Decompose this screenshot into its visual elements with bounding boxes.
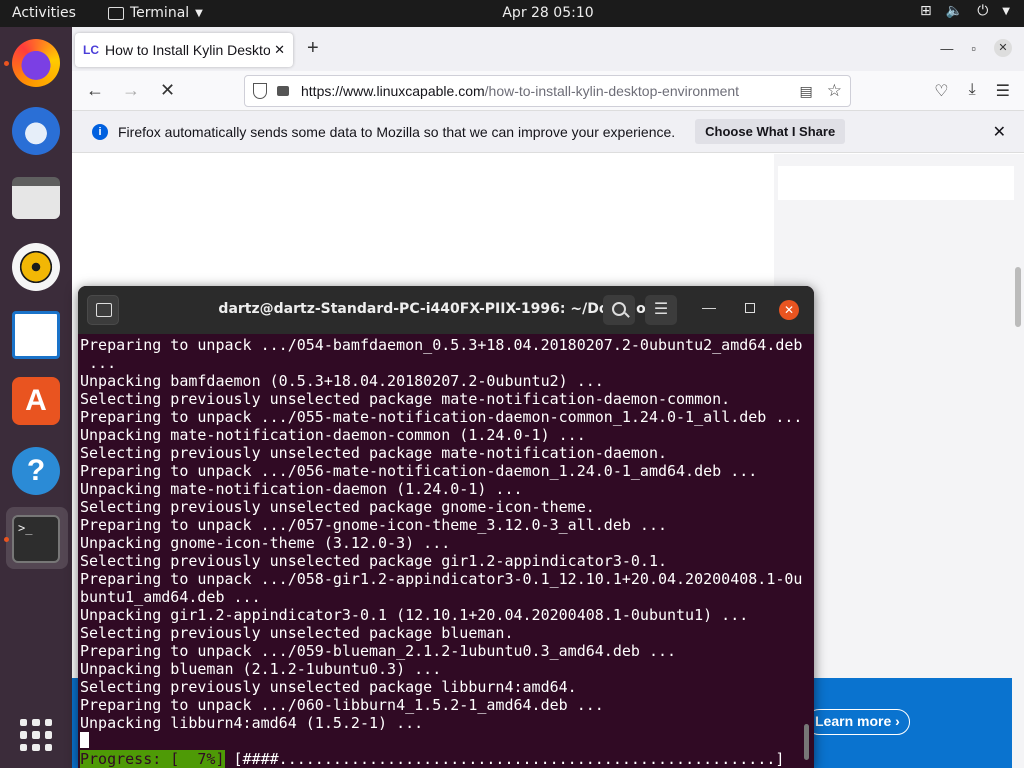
terminal-icon[interactable]: >_ [12,515,60,563]
page-scrollbar[interactable] [1015,267,1021,327]
close-notice-icon[interactable]: ✕ [993,122,1006,142]
terminal-line: Preparing to unpack .../055-mate-notific… [80,408,802,426]
terminal-line: Preparing to unpack .../057-gnome-icon-t… [80,516,667,534]
toolbar-right: ♡ ⤓ ☰ [934,81,1010,101]
running-indicator [4,61,9,66]
reader-view-icon[interactable]: ▤ [800,83,813,100]
tracking-protection-icon[interactable] [253,83,267,99]
volume-icon: 🔈 [945,3,964,19]
close-window-icon[interactable]: ✕ [994,39,1012,57]
terminal-line: Selecting previously unselected package … [80,552,667,570]
top-bar: Activities Terminal ▼ Apr 28 05:10 ⊞ 🔈 ⏻… [0,0,1024,27]
terminal-line: Selecting previously unselected package … [80,444,667,462]
libreoffice-writer-icon[interactable] [12,311,60,359]
terminal-window: dartz@dartz-Standard-PC-i440FX-PIIX-1996… [78,286,814,768]
terminal-line: Preparing to unpack .../054-bamfdaemon_0… [80,336,802,354]
maximize-icon[interactable]: ▫ [971,41,976,56]
window-controls: — ▫ ✕ [940,39,1012,57]
tab-bar: LC How to Install Kylin Desktop Environm… [72,27,1024,71]
url-bar[interactable]: https://www.linuxcapable.com/how-to-inst… [244,75,851,107]
terminal-line: Preparing to unpack .../056-mate-notific… [80,462,758,480]
terminal-line: Selecting previously unselected package … [80,678,577,696]
network-icon: ⊞ [920,3,932,19]
terminal-line: Unpacking gir1.2-appindicator3-0.1 (12.1… [80,606,749,624]
minimize-button[interactable]: — [702,299,716,315]
navigation-toolbar: ← → ✕ https://www.linuxcapable.com/how-t… [72,71,1024,111]
pocket-icon[interactable]: ♡ [934,81,948,101]
downloads-icon[interactable]: ⤓ [969,81,976,101]
thunderbird-icon[interactable] [12,107,60,155]
power-icon: ⏻ [977,3,989,19]
new-tab-button[interactable]: + [307,37,319,60]
stop-loading-button[interactable]: ✕ [160,80,175,101]
terminal-cursor-line [80,732,802,750]
terminal-line: Unpacking blueman (2.1.2-1ubuntu0.3) ... [80,660,442,678]
progress-label: Progress: [ 7%] [80,750,225,768]
show-applications-icon[interactable] [20,719,52,751]
rhythmbox-icon[interactable] [12,243,60,291]
ubuntu-software-icon[interactable]: A [12,377,60,425]
data-notice-bar: i Firefox automatically sends some data … [72,111,1024,153]
choose-what-i-share-button[interactable]: Choose What I Share [695,119,846,144]
close-button[interactable]: ✕ [779,300,799,320]
learn-more-button[interactable]: Learn more › [806,709,910,735]
site-favicon-icon: LC [83,43,99,57]
cursor [80,732,89,748]
sidebar-card [778,166,1014,200]
dock: A ? >_ [0,27,72,768]
terminal-line: Unpacking libburn4:amd64 (1.5.2-1) ... [80,714,424,732]
terminal-line: ... [80,354,117,372]
info-icon: i [92,123,108,140]
progress-line: Progress: [ 7%] [####...................… [80,750,802,768]
maximize-button[interactable] [745,303,755,313]
forward-button[interactable]: → [122,80,140,101]
browser-tab[interactable]: LC How to Install Kylin Desktop Environm… [75,33,293,67]
lock-icon[interactable] [277,86,289,96]
back-button[interactable]: ← [86,80,104,101]
hamburger-menu-icon[interactable]: ☰ [996,81,1010,101]
terminal-line: Selecting previously unselected package … [80,498,595,516]
url-text[interactable]: https://www.linuxcapable.com/how-to-inst… [301,83,792,99]
terminal-line: Unpacking mate-notification-daemon (1.24… [80,480,523,498]
terminal-line: Preparing to unpack .../059-blueman_2.1.… [80,642,677,660]
system-tray[interactable]: ⊞ 🔈 ⏻ ▼ [920,3,1010,19]
terminal-scrollbar[interactable] [804,724,809,760]
terminal-line: Selecting previously unselected package … [80,624,514,642]
terminal-line: buntu1_amd64.deb ... [80,588,261,606]
terminal-lines: Preparing to unpack .../054-bamfdaemon_0… [80,336,802,732]
clock[interactable]: Apr 28 05:10 [0,5,1024,21]
terminal-headerbar: dartz@dartz-Standard-PC-i440FX-PIIX-1996… [78,286,814,334]
progress-bar: [####...................................… [224,750,785,768]
terminal-line: Unpacking gnome-icon-theme (3.12.0-3) ..… [80,534,451,552]
terminal-line: Unpacking bamfdaemon (0.5.3+18.04.201802… [80,372,604,390]
terminal-output[interactable]: Preparing to unpack .../054-bamfdaemon_0… [80,336,802,768]
notice-message: Firefox automatically sends some data to… [118,123,676,140]
terminal-line: Preparing to unpack .../058-gir1.2-appin… [80,570,802,588]
hamburger-menu-button[interactable]: ☰ [645,295,677,325]
search-button[interactable] [603,295,635,325]
terminal-line: Preparing to unpack .../060-libburn4_1.5… [80,696,604,714]
help-icon[interactable]: ? [12,447,60,495]
close-tab-icon[interactable]: ✕ [274,42,285,58]
firefox-icon[interactable] [12,39,60,87]
terminal-line: Unpacking mate-notification-daemon-commo… [80,426,586,444]
bookmark-star-icon[interactable]: ☆ [827,81,842,101]
minimize-icon[interactable]: — [940,41,953,56]
files-icon[interactable] [12,177,60,219]
running-indicator [4,537,9,542]
caret-down-icon: ▼ [1002,5,1010,17]
terminal-line: Selecting previously unselected package … [80,390,731,408]
tab-title: How to Install Kylin Desktop Environment [105,42,271,58]
